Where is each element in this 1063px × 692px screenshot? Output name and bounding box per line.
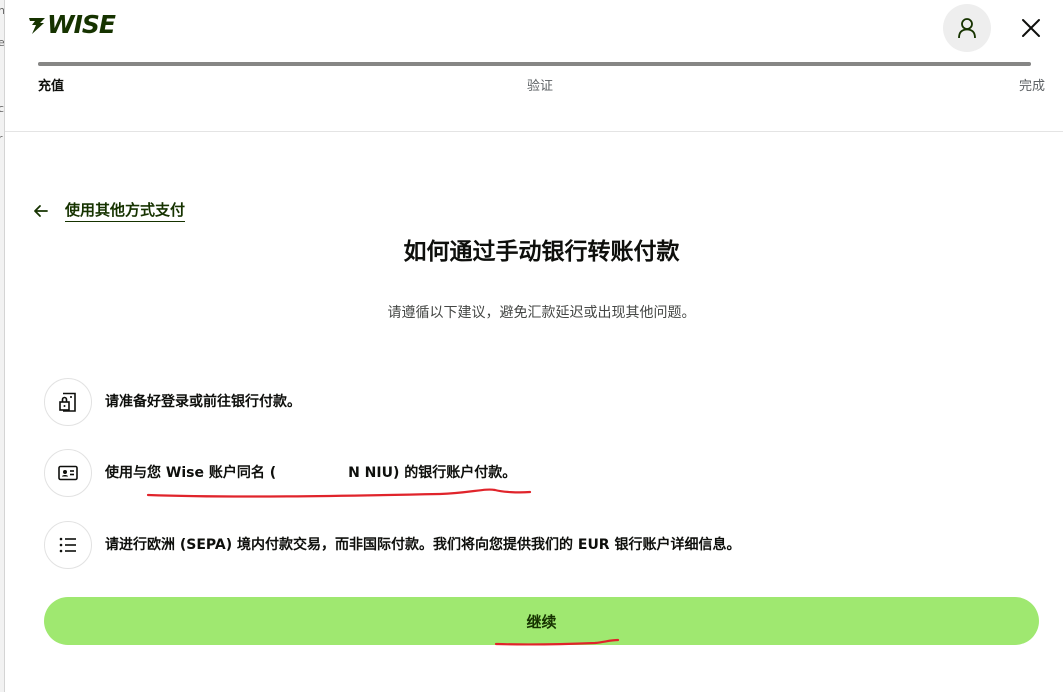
- wise-topup-dialog: n e c r WISE 充值 验证 完成 使用其他方式支付 如何通过: [0, 0, 1063, 692]
- header-divider: [5, 131, 1063, 132]
- continue-button[interactable]: 继续: [44, 597, 1039, 645]
- tip-bank-login: 请准备好登录或前往银行付款。: [44, 378, 301, 426]
- user-icon: [958, 18, 976, 39]
- step-verify: 验证: [527, 79, 554, 94]
- tip-text-after: N NIU) 的银行账户付款。: [348, 465, 517, 481]
- pay-another-way-label: 使用其他方式支付: [65, 200, 186, 222]
- pay-another-way-link[interactable]: 使用其他方式支付: [33, 199, 186, 223]
- background-char: r: [0, 132, 3, 145]
- page-title: 如何通过手动银行转账付款: [403, 239, 680, 265]
- arrow-left-icon: [34, 205, 48, 217]
- tip-icon-wrap: [44, 449, 92, 497]
- background-char: e: [0, 36, 4, 49]
- close-icon: [1022, 19, 1040, 37]
- list-icon: [59, 537, 76, 553]
- id-card-icon: [58, 465, 78, 481]
- tip-icon-wrap: [44, 521, 92, 569]
- bank-login-icon: [59, 392, 76, 412]
- tip-text: 请准备好登录或前往银行付款。: [105, 394, 301, 410]
- progress-track: [38, 62, 1031, 66]
- tip-icon-wrap: [44, 378, 92, 426]
- background-char: c: [0, 102, 4, 115]
- brand-name: WISE: [47, 10, 116, 39]
- redacted-name: [276, 465, 349, 481]
- step-topup: 充值: [38, 79, 65, 94]
- wise-logo[interactable]: WISE: [28, 10, 116, 40]
- tip-same-name-account: 使用与您 Wise 账户同名 ( N NIU) 的银行账户付款。: [44, 449, 516, 497]
- wise-flag-icon: [29, 18, 45, 34]
- progress-fill: [38, 62, 1031, 66]
- background-char: n: [0, 4, 4, 17]
- tip-sepa-payment: 请进行欧洲 (SEPA) 境内付款交易，而非国际付款。我们将向您提供我们的 EU…: [44, 521, 740, 569]
- close-button[interactable]: [1015, 12, 1047, 44]
- tip-text: 请进行欧洲 (SEPA) 境内付款交易，而非国际付款。我们将向您提供我们的 EU…: [105, 537, 741, 553]
- tip-text: 使用与您 Wise 账户同名 ( N NIU) 的银行账户付款。: [105, 462, 516, 484]
- tip-text-before: 使用与您 Wise 账户同名 (: [105, 465, 277, 481]
- account-button[interactable]: [943, 4, 991, 52]
- step-complete: 完成: [1018, 79, 1045, 94]
- page-subtitle: 请遵循以下建议，避免汇款延迟或出现其他问题。: [387, 305, 696, 321]
- background-page-edge: n e c r: [0, 0, 5, 692]
